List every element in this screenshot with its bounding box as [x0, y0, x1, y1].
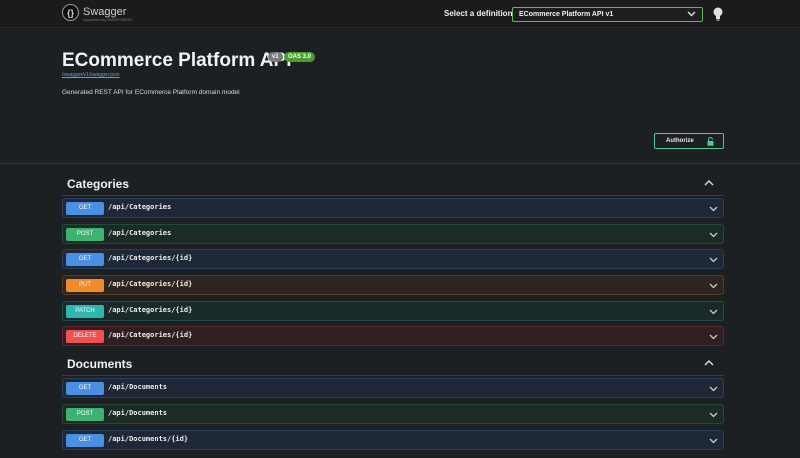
- section-divider: [0, 163, 800, 164]
- operation-path: /api/Documents: [108, 409, 168, 417]
- operation-row[interactable]: DELETE /api/Categories/{id}: [62, 326, 724, 346]
- chevron-down-icon[interactable]: [709, 333, 718, 340]
- authorize-label: Authorize: [666, 138, 694, 144]
- operation-row[interactable]: POST /api/Categories: [62, 224, 724, 244]
- chevron-down-icon[interactable]: [709, 385, 718, 392]
- operation-row[interactable]: POST /api/Documents: [62, 404, 724, 424]
- operation-path: /api/Categories/{id}: [108, 331, 193, 339]
- chevron-down-icon[interactable]: [709, 282, 718, 289]
- spec-link[interactable]: /swagger/v1/swagger.json: [62, 72, 120, 78]
- chevron-down-icon[interactable]: [709, 437, 718, 444]
- method-badge: GET: [66, 253, 104, 266]
- operation-row[interactable]: GET /api/Categories/{id}: [62, 249, 724, 269]
- operation-row[interactable]: GET /api/Documents/{id}: [62, 430, 724, 450]
- operation-path: /api/Categories: [108, 203, 172, 211]
- method-badge: GET: [66, 434, 104, 447]
- operation-path: /api/Categories/{id}: [108, 254, 193, 262]
- chevron-down-icon[interactable]: [709, 205, 718, 212]
- operation-path: /api/Documents/{id}: [108, 435, 189, 443]
- swagger-logo[interactable]: {} Swagger supported by SMARTBEAR: [62, 4, 132, 22]
- method-badge: POST: [66, 408, 104, 421]
- chevron-down-icon[interactable]: [709, 411, 718, 418]
- tag-name: Categories: [67, 177, 130, 191]
- operation-row[interactable]: GET /api/Categories: [62, 198, 724, 218]
- operation-path: /api/Categories: [108, 229, 172, 237]
- operation-row[interactable]: GET /api/Documents: [62, 378, 724, 398]
- unlock-icon: [707, 137, 714, 146]
- top-bar: {} Swagger supported by SMARTBEAR Select…: [0, 0, 800, 28]
- method-badge: PUT: [66, 279, 104, 292]
- lightbulb-icon[interactable]: [712, 6, 724, 22]
- chevron-up-icon[interactable]: [704, 179, 714, 187]
- definition-select-value: ECommerce Platform API v1: [519, 11, 614, 18]
- operation-row[interactable]: PATCH /api/Categories/{id}: [62, 301, 724, 321]
- tag-header-categories[interactable]: Categories: [62, 174, 724, 196]
- chevron-down-icon[interactable]: [709, 256, 718, 263]
- tag-header-documents[interactable]: Documents: [62, 354, 724, 376]
- method-badge: GET: [66, 202, 104, 215]
- definition-select[interactable]: ECommerce Platform API v1: [512, 7, 703, 22]
- method-badge: DELETE: [66, 330, 104, 343]
- chevron-down-icon: [687, 10, 696, 19]
- operation-path: /api/Categories/{id}: [108, 306, 193, 314]
- api-description: Generated REST API for ECommerce Platfor…: [62, 89, 240, 96]
- api-title: ECommerce Platform API: [62, 50, 292, 71]
- operation-row[interactable]: PUT /api/Categories/{id}: [62, 275, 724, 295]
- chevron-down-icon[interactable]: [709, 231, 718, 238]
- authorize-button[interactable]: Authorize: [654, 133, 724, 149]
- method-badge: PATCH: [66, 305, 104, 318]
- operation-path: /api/Categories/{id}: [108, 280, 193, 288]
- chevron-down-icon[interactable]: [709, 308, 718, 315]
- definition-label: Select a definition: [444, 9, 513, 18]
- method-badge: GET: [66, 382, 104, 395]
- method-badge: POST: [66, 228, 104, 241]
- oas-badge: OAS 3.0: [284, 52, 316, 62]
- swagger-logo-subtitle: supported by SMARTBEAR: [83, 17, 133, 22]
- operation-path: /api/Documents: [108, 383, 168, 391]
- swagger-logo-icon: {}: [62, 4, 79, 21]
- tag-name: Documents: [67, 357, 133, 371]
- chevron-up-icon[interactable]: [704, 359, 714, 367]
- version-badge: v1: [268, 52, 283, 62]
